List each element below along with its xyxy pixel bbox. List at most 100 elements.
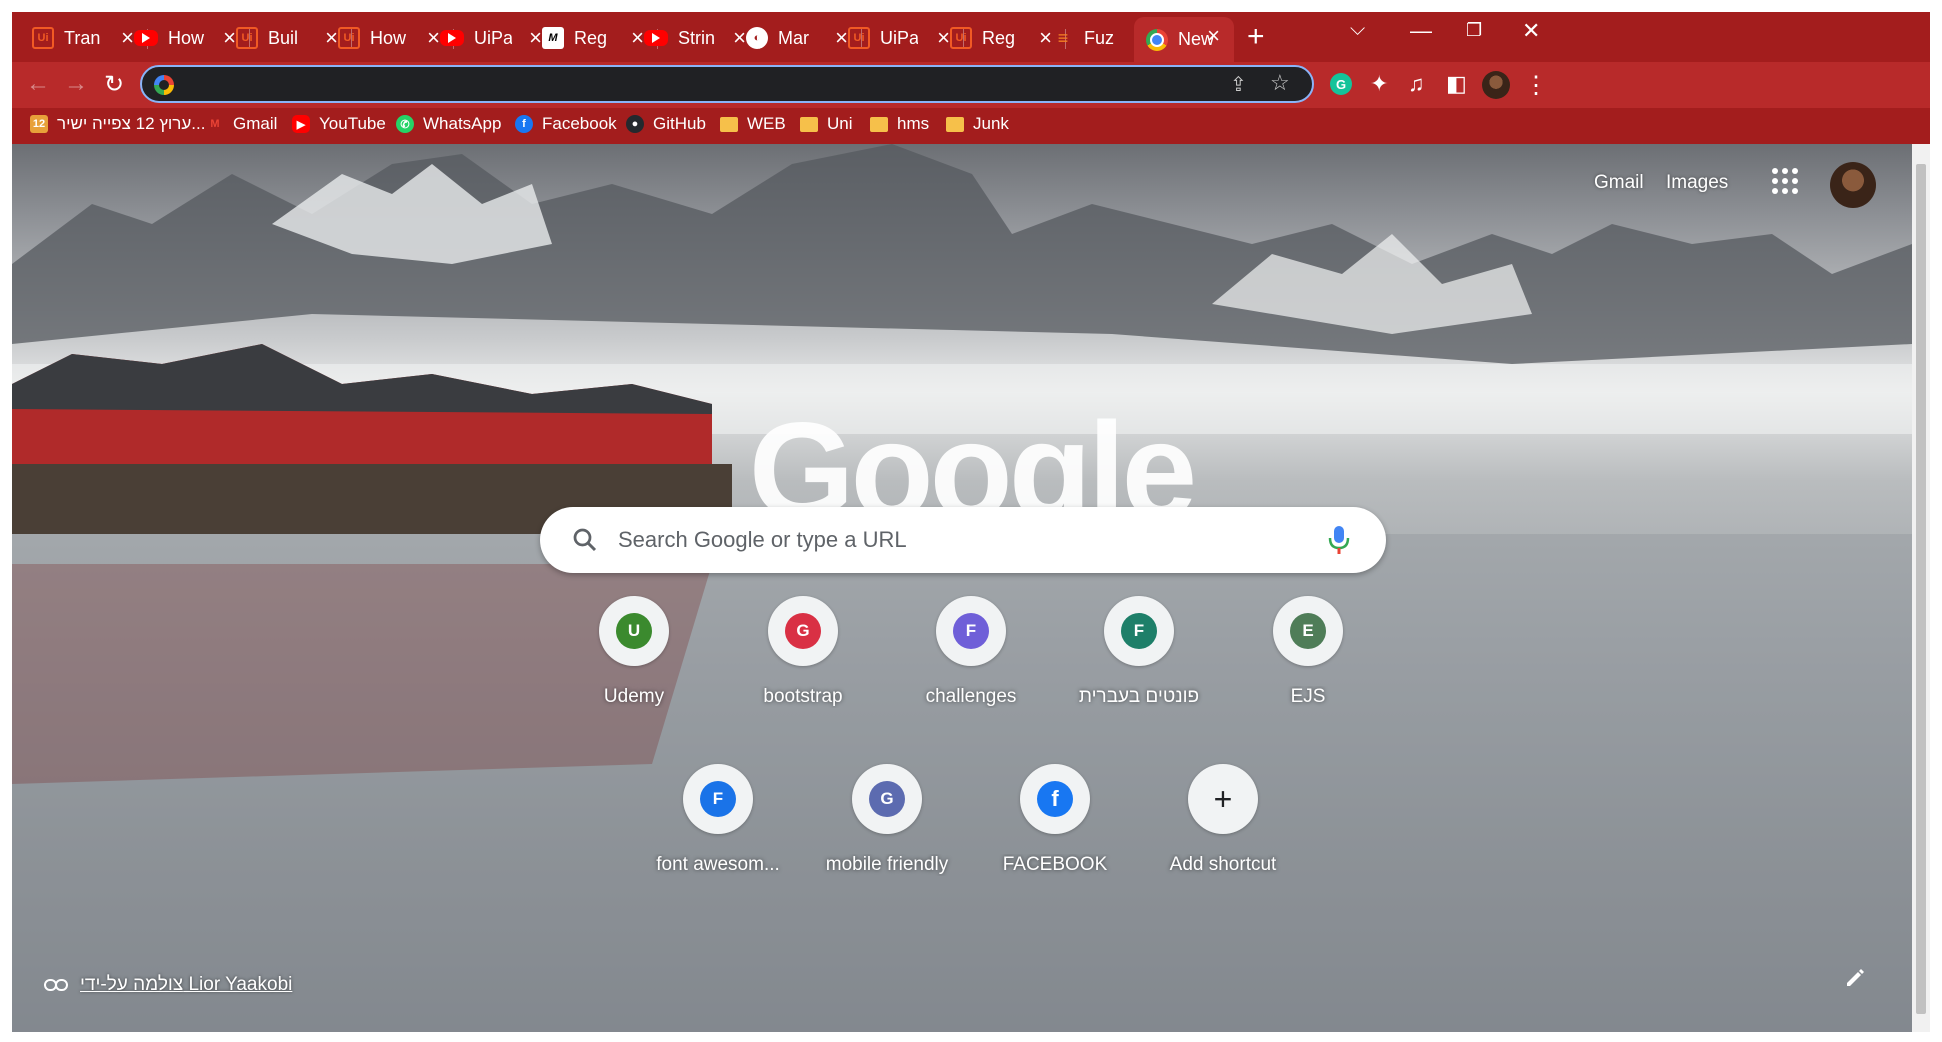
shortcut-letter-icon: F	[700, 781, 736, 817]
facebook-icon: f	[1037, 781, 1073, 817]
github-icon: ●	[626, 115, 644, 133]
bookmarks-bar: 12 ערוץ 12 צפייה ישיר... M Gmail ▶ YouTube …	[12, 108, 1930, 144]
facebook-icon: f	[515, 115, 533, 133]
bookmark-folder-hms[interactable]: hms	[870, 114, 929, 134]
side-panel-icon[interactable]: ◧	[1446, 71, 1467, 97]
bookmark-label: YouTube	[319, 114, 386, 133]
shortcut-letter-icon: G	[785, 613, 821, 649]
profile-avatar[interactable]	[1482, 71, 1510, 99]
tab-title: Fuz	[1084, 27, 1115, 48]
search-icon	[573, 528, 597, 552]
microphone-icon[interactable]	[1328, 525, 1350, 555]
youtube-icon	[134, 30, 158, 46]
shortcut-label: bootstrap	[763, 686, 843, 707]
restore-button[interactable]: ❐	[1466, 20, 1482, 41]
close-icon[interactable]: ×	[1207, 25, 1220, 47]
bookmark-folder-web[interactable]: WEB	[720, 114, 786, 134]
photo-credit[interactable]: צולמה על-ידי Lior Yaakobi	[44, 974, 292, 996]
bookmark-label: Junk	[973, 114, 1009, 133]
shortcut-font-awesome[interactable]: Ffont awesom...	[648, 764, 788, 876]
folder-icon	[870, 116, 888, 132]
bookmark-gmail[interactable]: M Gmail	[206, 114, 277, 134]
channel12-icon: 12	[30, 115, 48, 133]
share-icon[interactable]: ⇪	[1230, 72, 1247, 97]
menu-icon[interactable]: ⋮	[1524, 71, 1548, 100]
minimize-button[interactable]: —	[1410, 18, 1432, 44]
medium-icon: M	[542, 27, 564, 49]
bookmark-label: GitHub	[653, 114, 706, 133]
bookmark-label: hms	[897, 114, 930, 133]
plus-icon: +	[1213, 780, 1233, 817]
forward-button[interactable]: →	[64, 70, 88, 98]
back-button[interactable]: ←	[26, 70, 50, 98]
shortcut-challenges[interactable]: Fchallenges	[901, 596, 1041, 708]
youtube-icon	[644, 30, 668, 46]
search-box[interactable]	[540, 507, 1386, 573]
extensions-icon[interactable]: ✦	[1370, 71, 1388, 97]
bookmark-facebook[interactable]: f Facebook	[515, 114, 617, 134]
grammarly-icon[interactable]: G	[1330, 73, 1352, 95]
media-control-icon[interactable]: ♫	[1408, 71, 1425, 97]
shortcut-letter-icon: F	[953, 613, 989, 649]
shortcut-label: mobile friendly	[825, 854, 949, 875]
chrome-icon	[1146, 28, 1168, 51]
toolbar: ← → ↻ ⇪ ☆ G ✦ ♫ ◧ ⋮	[12, 62, 1930, 108]
bookmark-label: Uni	[827, 114, 853, 133]
address-bar[interactable]: ⇪ ☆	[140, 65, 1314, 103]
shortcut-label: Udemy	[603, 686, 665, 707]
shortcut-letter-icon: E	[1290, 613, 1326, 649]
account-avatar[interactable]	[1830, 162, 1876, 208]
shortcut-letter-icon: F	[1121, 613, 1157, 649]
shortcut-hebrew-fonts[interactable]: F פונטים בעברית	[1069, 596, 1209, 708]
pencil-icon[interactable]	[1844, 966, 1866, 988]
browser-window: Ui Tran × How × Ui Buil × Ui How × UiPa × M Reg × …	[12, 12, 1930, 1032]
youtube-icon	[440, 30, 464, 46]
shortcut-bootstrap[interactable]: Gbootstrap	[733, 596, 873, 708]
reload-button[interactable]: ↻	[104, 70, 124, 99]
uipath-icon: Ui	[950, 27, 972, 49]
shortcut-label: פונטים בעברית	[1078, 686, 1200, 707]
shortcut-letter-icon: G	[869, 781, 905, 817]
tab-active[interactable]: New ×	[1134, 17, 1234, 62]
bookmark-star-icon[interactable]: ☆	[1270, 70, 1290, 96]
bookmark-github[interactable]: ● GitHub	[626, 114, 706, 134]
uipath-icon: Ui	[236, 27, 258, 49]
bookmark-folder-uni[interactable]: Uni	[800, 114, 853, 134]
google-icon	[154, 75, 174, 95]
tab-strip: Ui Tran × How × Ui Buil × Ui How × UiPa × M Reg × …	[12, 12, 1930, 62]
new-tab-button[interactable]: +	[1247, 22, 1265, 52]
bookmark-channel12[interactable]: 12 ערוץ 12 צפייה ישיר...	[30, 114, 205, 134]
add-shortcut-button[interactable]: + Add shortcut	[1153, 764, 1293, 876]
shortcut-ejs[interactable]: E EJS	[1238, 596, 1378, 708]
tab-title: Buil	[268, 27, 299, 48]
folder-icon	[720, 116, 738, 132]
tab-search-button[interactable]: ⌵	[1350, 18, 1365, 41]
images-link[interactable]: Images	[1666, 172, 1728, 194]
uipath-icon: Ui	[338, 27, 360, 49]
link-icon	[44, 979, 68, 991]
apps-grid-icon[interactable]	[1772, 168, 1798, 194]
folder-icon	[800, 116, 818, 132]
scrollbar-thumb[interactable]	[1916, 164, 1926, 1014]
gmail-link[interactable]: Gmail	[1594, 172, 1644, 194]
bookmark-youtube[interactable]: ▶ YouTube	[292, 114, 386, 134]
shortcut-udemy[interactable]: U Udemy	[564, 596, 704, 708]
address-input[interactable]	[182, 71, 1222, 99]
uipath-icon: Ui	[32, 27, 54, 49]
shortcut-facebook[interactable]: f FACEBOOK	[985, 764, 1125, 876]
search-input[interactable]	[618, 525, 1308, 555]
tab-title: Mar	[778, 27, 809, 48]
tab-title: Strin	[678, 27, 716, 48]
shortcut-label: EJS	[1290, 686, 1326, 707]
tab-title: Reg	[574, 27, 608, 48]
bookmark-label: ערוץ 12 צפייה ישיר...	[57, 114, 206, 133]
tab-title: How	[168, 27, 205, 48]
close-window-button[interactable]: ✕	[1522, 18, 1540, 44]
bookmark-folder-junk[interactable]: Junk	[946, 114, 1009, 134]
shortcut-mobile-friendly[interactable]: Gmobile friendly	[817, 764, 957, 876]
scrollbar[interactable]	[1912, 144, 1930, 1032]
new-tab-page: Gmail Images Google UUdemy Gbootstrap Fc…	[12, 144, 1930, 1032]
whatsapp-icon: ✆	[396, 115, 414, 133]
shortcut-letter-icon: U	[616, 613, 652, 649]
bookmark-whatsapp[interactable]: ✆ WhatsApp	[396, 114, 501, 134]
